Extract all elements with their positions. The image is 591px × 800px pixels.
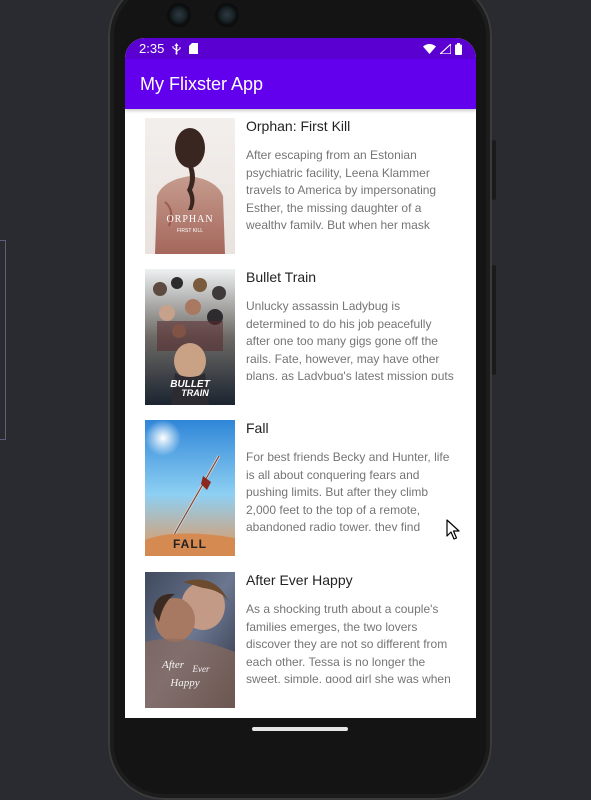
poster-title-text: FALL: [173, 537, 207, 551]
movie-overview: For best friends Becky and Hunter, life …: [246, 450, 450, 531]
movie-item[interactable]: After Ever Happy After Ever Happy As a s…: [145, 572, 476, 708]
movie-title: Bullet Train: [246, 269, 317, 285]
status-bar: 2:35: [125, 38, 476, 59]
movie-poster: ORPHAN FIRST KILL: [145, 118, 235, 254]
movie-title: Fall: [246, 420, 269, 436]
power-button[interactable]: [492, 140, 496, 200]
movie-poster: BULLET TRAIN: [145, 269, 235, 405]
movie-overview: As a shocking truth about a couple's fam…: [246, 602, 451, 683]
movie-poster: FALL: [145, 420, 235, 556]
poster-title-text: ORPHAN: [166, 214, 213, 225]
status-time: 2:35: [139, 41, 165, 56]
movie-overview: Unlucky assassin Ladybug is determined t…: [246, 299, 454, 380]
movie-poster: After Ever Happy: [145, 572, 235, 708]
home-gesture-bar[interactable]: [252, 727, 348, 731]
app-title: My Flixster App: [140, 73, 264, 94]
cell-signal-icon: [440, 43, 451, 54]
poster-title-text: After: [161, 659, 185, 671]
window-edge: [0, 240, 6, 440]
app-screen: 2:35 My Flixster App ORPHAN FIRST KILL O…: [125, 38, 476, 718]
mouse-cursor-icon: [446, 519, 460, 540]
battery-icon: [455, 42, 462, 55]
app-bar: My Flixster App: [125, 59, 476, 109]
usb-debug-icon: [172, 42, 181, 55]
front-sensor-icon: [217, 5, 237, 25]
movie-overview: After escaping from an Estonian psychiat…: [246, 148, 437, 229]
sd-card-icon: [189, 43, 199, 54]
volume-button[interactable]: [492, 265, 496, 375]
poster-subtitle-text: FIRST KILL: [177, 228, 203, 234]
front-camera-icon: [169, 5, 189, 25]
movie-title: Orphan: First Kill: [246, 118, 351, 134]
wifi-icon: [423, 43, 436, 54]
movie-title: After Ever Happy: [246, 572, 353, 588]
movie-item[interactable]: ORPHAN FIRST KILL Orphan: First Kill Aft…: [145, 118, 476, 254]
poster-subtitle-text: Happy: [169, 677, 199, 689]
movie-item[interactable]: FALL Fall For best friends Becky and Hun…: [145, 420, 476, 556]
movie-item[interactable]: BULLET TRAIN Bullet Train Unlucky assass…: [145, 269, 476, 405]
poster-subtitle-text: Ever: [192, 664, 210, 674]
poster-subtitle-text: TRAIN: [181, 388, 209, 398]
